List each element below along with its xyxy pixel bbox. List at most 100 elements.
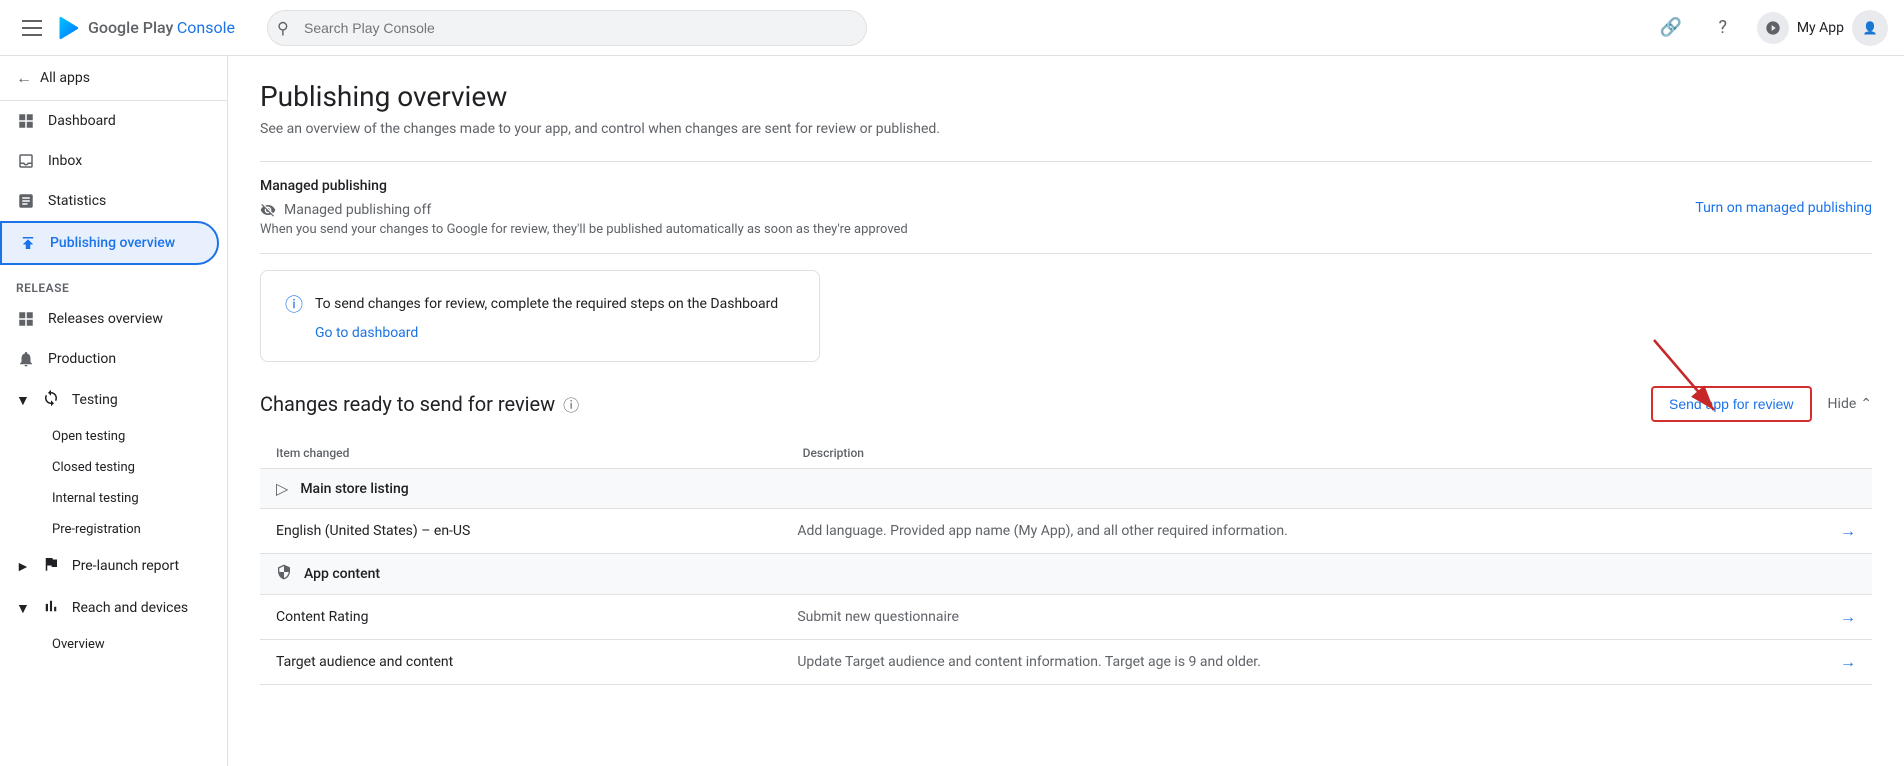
- help-icon[interactable]: ?: [1705, 10, 1741, 46]
- sidebar-item-closed-testing[interactable]: Closed testing: [0, 452, 227, 483]
- releases-icon: [16, 309, 36, 329]
- back-arrow-icon: ←: [16, 68, 32, 88]
- changes-header: Changes ready to send for review ⓘ Send …: [260, 386, 1872, 422]
- all-apps-link[interactable]: ← All apps: [0, 56, 227, 101]
- app-selector[interactable]: My App 👤: [1757, 10, 1888, 46]
- all-apps-label: All apps: [40, 70, 90, 86]
- search-icon: ⚲: [277, 18, 289, 37]
- sidebar-item-label: Releases overview: [48, 311, 163, 327]
- sidebar-item-pre-launch[interactable]: ► Pre-launch report: [0, 545, 227, 587]
- changes-help-icon[interactable]: ⓘ: [563, 392, 579, 416]
- divider-2: [260, 253, 1872, 254]
- closed-testing-label: Closed testing: [52, 460, 135, 475]
- logo-google-text: Google Play: [88, 18, 173, 37]
- internal-testing-label: Internal testing: [52, 491, 139, 506]
- testing-expand-icon: ▼: [16, 392, 30, 409]
- pre-registration-label: Pre-registration: [52, 522, 141, 537]
- sidebar-item-inbox[interactable]: Inbox: [0, 141, 227, 181]
- section-label: App content: [304, 566, 380, 582]
- reach-label: Reach and devices: [72, 600, 188, 616]
- managed-publishing-left: Managed publishing Managed publishing of…: [260, 178, 908, 237]
- topbar-right: 🔗 ? My App 👤: [1653, 10, 1888, 46]
- col-description-header: Description: [803, 446, 1856, 460]
- page-subtitle: See an overview of the changes made to y…: [260, 121, 1872, 137]
- table-row[interactable]: Content Rating Submit new questionnaire …: [260, 595, 1872, 640]
- changes-actions: Send app for review Hide ⌃: [1651, 386, 1872, 422]
- overview-label: Overview: [52, 637, 105, 652]
- sidebar: ← All apps Dashboard Inbox Statistics: [0, 56, 228, 766]
- row-description: Add language. Provided app name (My App)…: [797, 523, 1840, 539]
- sidebar-item-overview[interactable]: Overview: [0, 629, 227, 660]
- table-section-main-store-listing: ▷ Main store listing: [260, 469, 1872, 509]
- sidebar-item-internal-testing[interactable]: Internal testing: [0, 483, 227, 514]
- col-item-header: Item changed: [276, 446, 803, 460]
- link-icon[interactable]: 🔗: [1653, 10, 1689, 46]
- logo: Google Play Console: [56, 14, 235, 42]
- row-description: Submit new questionnaire: [797, 609, 1840, 625]
- avatar: [1757, 12, 1789, 44]
- app-name: My App: [1797, 20, 1844, 36]
- play-icon: ▷: [276, 479, 288, 498]
- topbar: Google Play Console ⚲ 🔗 ? My App 👤: [0, 0, 1904, 56]
- release-section-label: Release: [0, 265, 227, 299]
- inbox-icon: [16, 151, 36, 171]
- chevron-up-icon: ⌃: [1860, 396, 1872, 412]
- table-header: Item changed Description: [260, 438, 1872, 469]
- sidebar-item-publishing-overview[interactable]: Publishing overview: [0, 221, 219, 265]
- info-box-text: To send changes for review, complete the…: [315, 296, 778, 312]
- table-row[interactable]: Target audience and content Update Targe…: [260, 640, 1872, 685]
- row-arrow-icon[interactable]: →: [1840, 607, 1856, 627]
- sidebar-item-production[interactable]: Production: [0, 339, 227, 379]
- logo-console-text: Console: [177, 18, 235, 37]
- hide-label: Hide: [1828, 396, 1857, 412]
- sidebar-item-pre-registration[interactable]: Pre-registration: [0, 514, 227, 545]
- sidebar-item-statistics[interactable]: Statistics: [0, 181, 227, 221]
- sidebar-item-label: Dashboard: [48, 113, 116, 129]
- changes-title-text: Changes ready to send for review: [260, 392, 555, 416]
- production-icon: [16, 349, 36, 369]
- table-section-app-content: App content: [260, 554, 1872, 595]
- sidebar-item-dashboard[interactable]: Dashboard: [0, 101, 227, 141]
- main-content: Publishing overview See an overview of t…: [228, 56, 1904, 766]
- search-input[interactable]: [267, 10, 867, 46]
- statistics-icon: [16, 191, 36, 211]
- shield-icon: [276, 564, 292, 584]
- reach-icon: [42, 597, 60, 619]
- sidebar-item-releases-overview[interactable]: Releases overview: [0, 299, 227, 339]
- pre-launch-icon: [42, 555, 60, 577]
- layout: ← All apps Dashboard Inbox Statistics: [0, 56, 1904, 766]
- go-to-dashboard-link[interactable]: Go to dashboard: [315, 325, 795, 341]
- row-item: Content Rating: [276, 609, 797, 625]
- sidebar-item-testing[interactable]: ▼ Testing: [0, 379, 227, 421]
- divider-1: [260, 161, 1872, 162]
- managed-publishing-row: Managed publishing Managed publishing of…: [260, 178, 1872, 237]
- sidebar-item-reach-devices[interactable]: ▼ Reach and devices: [0, 587, 227, 629]
- row-description: Update Target audience and content infor…: [797, 654, 1840, 670]
- publishing-icon: [18, 233, 38, 253]
- managed-off-icon: [260, 202, 276, 218]
- table-row[interactable]: English (United States) – en-US Add lang…: [260, 509, 1872, 554]
- user-avatar-icon[interactable]: 👤: [1852, 10, 1888, 46]
- managed-off-description: When you send your changes to Google for…: [260, 222, 908, 237]
- search-wrapper: ⚲: [267, 10, 867, 46]
- row-item: Target audience and content: [276, 654, 797, 670]
- turn-on-link[interactable]: Turn on managed publishing: [1695, 200, 1872, 216]
- info-circle-icon: ⓘ: [285, 291, 303, 317]
- changes-title: Changes ready to send for review ⓘ: [260, 392, 579, 416]
- sidebar-item-open-testing[interactable]: Open testing: [0, 421, 227, 452]
- send-app-for-review-button[interactable]: Send app for review: [1651, 386, 1812, 422]
- row-arrow-icon[interactable]: →: [1840, 652, 1856, 672]
- pre-launch-label: Pre-launch report: [72, 558, 179, 574]
- menu-icon[interactable]: [16, 12, 48, 44]
- row-item: English (United States) – en-US: [276, 523, 797, 539]
- info-box: ⓘ To send changes for review, complete t…: [260, 270, 820, 362]
- testing-label: Testing: [72, 392, 118, 408]
- page-title: Publishing overview: [260, 80, 1872, 113]
- row-arrow-icon[interactable]: →: [1840, 521, 1856, 541]
- hide-button[interactable]: Hide ⌃: [1828, 396, 1872, 412]
- sidebar-item-label: Publishing overview: [50, 235, 175, 251]
- testing-icon: [42, 389, 60, 411]
- info-box-row: ⓘ To send changes for review, complete t…: [285, 291, 795, 317]
- sidebar-item-label: Inbox: [48, 153, 82, 169]
- sidebar-item-label: Production: [48, 351, 116, 367]
